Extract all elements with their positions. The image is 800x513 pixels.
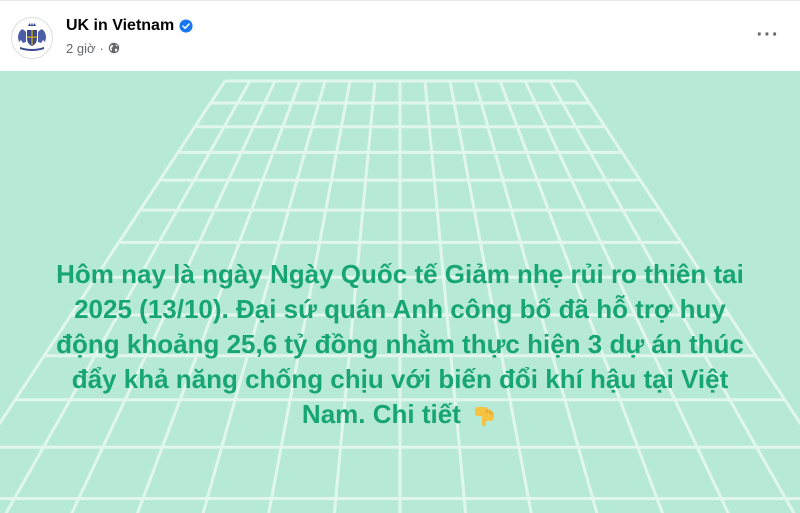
pointing-hand-emoji-icon	[475, 407, 495, 426]
more-options-icon: ···	[756, 24, 780, 46]
coat-of-arms-icon	[18, 22, 46, 51]
page-name-row: UK in Vietnam	[66, 15, 193, 37]
page-avatar[interactable]	[11, 17, 53, 59]
text-line-4: đẩy khả năng chống chịu với biến đổi khí…	[71, 364, 729, 394]
post-timestamp[interactable]: 2 giờ	[66, 41, 96, 56]
text-line-3: động khoảng 25,6 tỷ đồng nhằm thực hiện …	[56, 329, 744, 359]
post-meta: 2 giờ ·	[66, 39, 120, 57]
text-line-1: Hôm nay là ngày Ngày Quốc tế Giảm nhẹ rủ…	[56, 259, 744, 289]
facebook-post: UK in Vietnam 2 giờ · ··· Hôm nay là ngà…	[0, 0, 800, 513]
page-name[interactable]: UK in Vietnam	[66, 16, 174, 36]
text-line-2: 2025 (13/10). Đại sứ quán Anh công bố đã…	[74, 294, 726, 324]
more-options-button[interactable]: ···	[754, 23, 782, 47]
text-line-5-text: Nam. Chi tiết	[301, 399, 461, 429]
verified-badge-icon	[179, 19, 193, 33]
meta-separator: ·	[99, 40, 104, 56]
post-image[interactable]: Hôm nay là ngày Ngày Quốc tế Giảm nhẹ rủ…	[0, 71, 800, 513]
post-image-text: Hôm nay là ngày Ngày Quốc tế Giảm nhẹ rủ…	[20, 257, 780, 432]
text-line-5: Nam. Chi tiết	[20, 397, 780, 432]
post-header: UK in Vietnam 2 giờ · ···	[0, 1, 800, 71]
globe-icon[interactable]	[108, 42, 120, 54]
